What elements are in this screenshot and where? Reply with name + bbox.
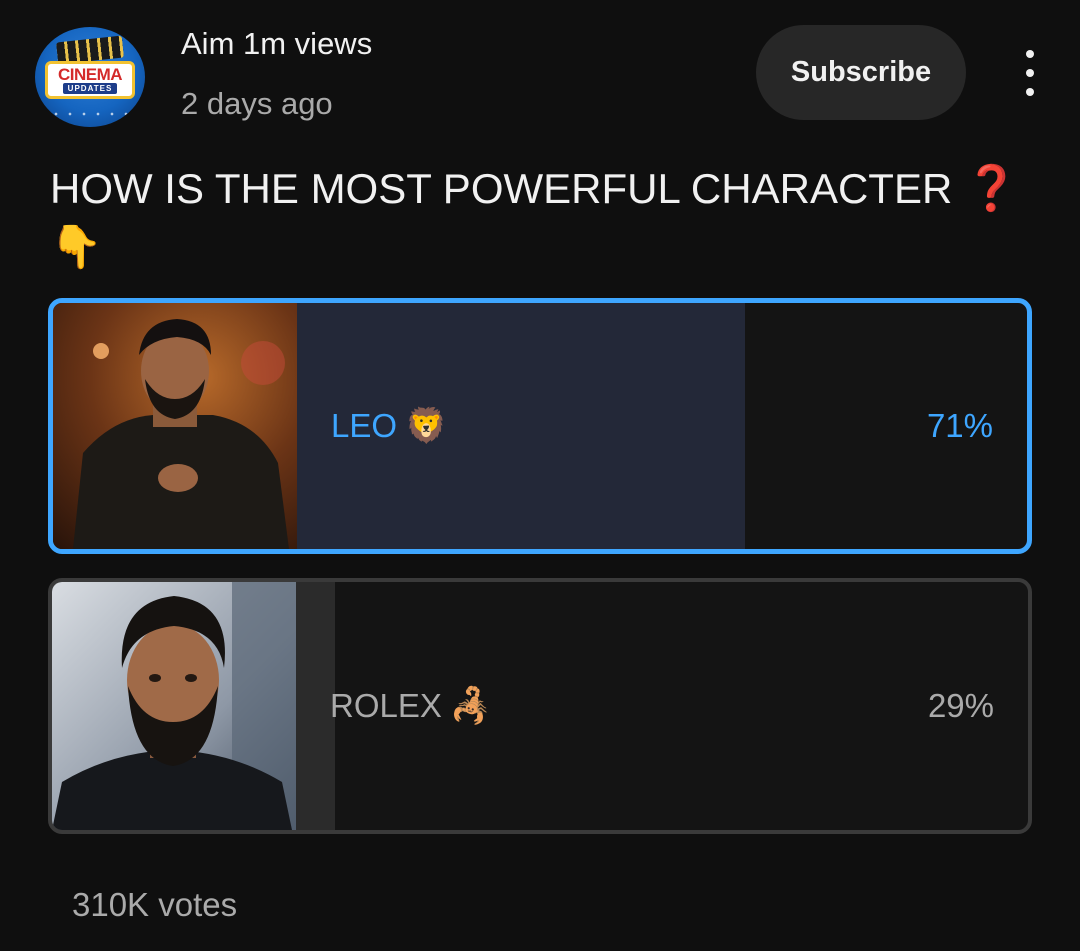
avatar-logo: CINEMA UPDATES [45,61,135,99]
poll-option-rolex[interactable]: ROLEX 🦂 29% [48,578,1032,834]
question-text: HOW IS THE MOST POWERFUL CHARACTER [50,165,953,212]
poll-option-label: ROLEX 🦂 [330,686,492,726]
more-dot [1026,69,1034,77]
community-post: CINEMA UPDATES Aim 1m views 2 days ago S… [0,0,1080,951]
poll-option-thumbnail [52,582,296,830]
leo-character-image [53,303,297,549]
avatar-decoration [35,111,145,117]
question-mark-emoji: ❓ [963,164,1019,213]
option-text: LEO [331,407,398,444]
post-timestamp: 2 days ago [181,86,333,121]
lion-emoji: 🦁 [405,407,448,445]
channel-avatar[interactable]: CINEMA UPDATES [35,27,145,127]
poll-option-label: LEO 🦁 [331,406,447,446]
rolex-character-image [52,582,296,830]
poll-option-percent: 29% [927,687,994,724]
post-question: HOW IS THE MOST POWERFUL CHARACTER ❓ 👇 [50,160,1040,276]
more-dot [1026,50,1034,58]
more-vertical-icon[interactable] [1010,50,1050,96]
poll-option-percent: 71% [926,407,993,444]
pointing-down-emoji: 👇 [50,223,103,270]
subscribe-button[interactable]: Subscribe [756,25,966,120]
channel-name[interactable]: Aim 1m views [181,26,372,62]
scorpion-emoji: 🦂 [449,687,493,725]
option-text: ROLEX [330,687,442,724]
avatar-logo-text-bottom: UPDATES [62,83,118,94]
more-dot [1026,88,1034,96]
vote-count: 310K votes [72,886,238,923]
avatar-logo-text-top: CINEMA [57,65,123,84]
poll-option-thumbnail [53,303,297,549]
poll-option-leo[interactable]: LEO 🦁 71% [48,298,1032,554]
